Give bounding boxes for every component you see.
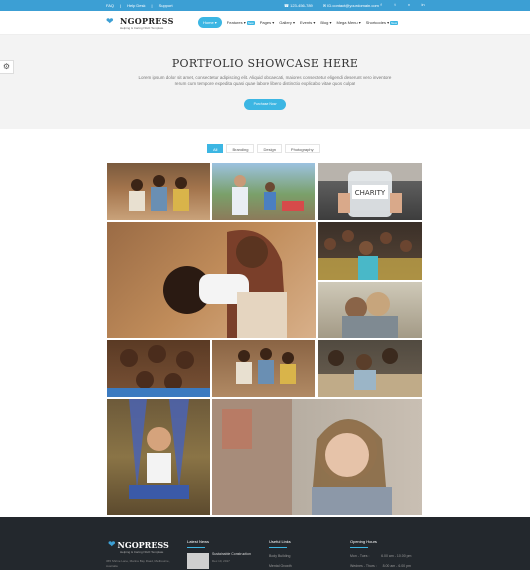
heart-hands-icon: ❤ <box>106 16 114 26</box>
nav-gallery[interactable]: Gallery ▾ <box>279 20 295 25</box>
vimeo-icon[interactable]: v <box>406 2 412 8</box>
logo-tagline: Helping & Caring NGO Template <box>120 26 164 30</box>
twitter-icon[interactable]: t <box>392 2 398 8</box>
nav-blog-label: Blog <box>320 20 329 25</box>
nav-events-label: Events <box>300 20 313 25</box>
header: ❤ NGOPRESS Helping & Caring NGO Template… <box>0 11 530 35</box>
nav-events[interactable]: Events ▾ <box>300 20 315 25</box>
photo-charity-jar[interactable]: CHARITY <box>318 163 422 220</box>
facebook-icon[interactable]: f <box>378 2 384 8</box>
footer: ❤ NGOPRESS Helping & Caring NGO Template… <box>0 517 530 570</box>
hours-row: Mon - Tues : 6.00 am - 10.00 pm <box>350 554 411 558</box>
filter-photography[interactable]: Photography <box>284 144 320 153</box>
logo-name: NGOPRESS <box>120 16 174 26</box>
hero-content: PORTFOLIO SHOWCASE HERE Lorem ipsum dolo… <box>0 35 530 129</box>
main-nav: Home ▾ Features ▾ New Pages ▾ Gallery ▾ E… <box>198 17 399 28</box>
photo-hug[interactable] <box>318 282 422 338</box>
email-text[interactable]: ✉ ID.contact@yourdomain.com <box>323 3 379 8</box>
purchase-now-button[interactable]: Purchase Now <box>244 99 286 110</box>
link-mental-growth[interactable]: Mental Growth <box>269 564 292 568</box>
nav-pages-label: Pages <box>259 20 272 25</box>
nav-shortcodes-label: Shortcodes <box>365 20 386 25</box>
latest-news-column: Latest News <box>187 539 209 548</box>
link-body-building[interactable]: Body Building <box>269 554 292 558</box>
hours-day: Mon - Tues : <box>350 554 370 558</box>
photo-children-group[interactable] <box>107 163 210 220</box>
photo-sad-girl[interactable] <box>212 399 422 515</box>
footer-address: 365 Shrine Lane, Marina Bay Road, Melbou… <box>106 559 170 568</box>
nav-mega-menu[interactable]: Mega Menu ▾ <box>337 20 361 25</box>
nav-blog[interactable]: Blog ▾ <box>320 20 331 25</box>
social-links: f t v in <box>378 2 426 8</box>
svg-text:CHARITY: CHARITY <box>355 189 386 197</box>
phone-number: 123-456-789 <box>290 3 313 8</box>
hours-time: 6.00 am - 10.00 pm <box>381 554 412 558</box>
support-link[interactable]: Support <box>159 3 173 8</box>
photo-classroom-kids[interactable] <box>318 222 422 280</box>
opening-hours-title: Opening Hours <box>350 539 377 544</box>
heading-underline <box>187 547 205 548</box>
news-item[interactable]: Sustainable Construction Dec 10, 2017 <box>212 552 251 563</box>
new-badge: New <box>390 21 399 25</box>
useful-links-column: Useful Links Body Building Mental Growth <box>269 539 292 568</box>
nav-home-label: Home <box>203 20 214 25</box>
heading-underline <box>269 547 287 548</box>
footer-logo-tagline: Helping & Caring NGO Template <box>120 550 164 554</box>
nav-home[interactable]: Home ▾ <box>198 17 222 28</box>
heart-hands-icon: ❤ <box>108 539 116 549</box>
top-links: FAQ | Help Desk | Support <box>106 3 173 8</box>
latest-news-title: Latest News <box>187 539 210 544</box>
news-item-date: Dec 10, 2017 <box>212 559 230 563</box>
site-logo[interactable]: ❤ NGOPRESS Helping & Caring NGO Template <box>106 16 174 30</box>
photo-boys-portrait[interactable] <box>318 340 422 397</box>
footer-logo-name: NGOPRESS <box>117 539 169 550</box>
filter-design[interactable]: Design <box>257 144 282 153</box>
photo-volunteers-outdoor[interactable] <box>212 163 315 220</box>
heading-underline <box>350 547 368 548</box>
top-contact: ☎ 123-456-789 ✉ ID.contact@yourdomain.co… <box>284 3 379 8</box>
useful-links-title: Useful Links <box>269 539 291 544</box>
photo-child-carried[interactable] <box>107 222 316 338</box>
hours-day: Wednes - Thurs : <box>350 564 377 568</box>
news-thumbnail[interactable] <box>187 553 209 569</box>
filter-all[interactable]: All <box>207 144 224 153</box>
top-bar: FAQ | Help Desk | Support ☎ 123-456-789 … <box>0 0 530 11</box>
nav-shortcodes[interactable]: Shortcodes ▾ New <box>365 20 399 25</box>
footer-logo[interactable]: ❤ NGOPRESS <box>108 539 169 550</box>
photo-smiling-kids[interactable] <box>107 340 210 397</box>
portfolio-filters: All Branding Design Photography <box>207 144 320 153</box>
hours-time: 8.00 am - 6.00 pm <box>382 564 411 568</box>
help-desk-link[interactable]: Help Desk <box>127 3 145 8</box>
page-title: PORTFOLIO SHOWCASE HERE <box>171 57 359 70</box>
photo-girl-swing[interactable] <box>107 399 210 515</box>
nav-features-label: Features <box>226 20 243 25</box>
email-address: ID.contact@yourdomain.com <box>327 3 379 8</box>
nav-gallery-label: Gallery <box>279 20 292 25</box>
hero-text: Lorem ipsum dolor sit amet, consectetur … <box>138 75 392 86</box>
hours-row: Wednes - Thurs : 8.00 am - 6.00 pm <box>350 564 411 568</box>
linkedin-icon[interactable]: in <box>420 2 426 8</box>
opening-hours-column: Opening Hours Mon - Tues : 6.00 am - 10.… <box>350 539 411 568</box>
filter-branding[interactable]: Branding <box>226 144 255 153</box>
phone-text: ☎ 123-456-789 <box>284 3 313 8</box>
faq-link[interactable]: FAQ <box>106 3 114 8</box>
nav-pages[interactable]: Pages ▾ <box>260 20 274 25</box>
nav-mega-menu-label: Mega Menu <box>336 20 358 25</box>
new-badge: New <box>246 21 255 25</box>
nav-features[interactable]: Features ▾ New <box>227 20 255 25</box>
photo-children-sitting[interactable] <box>212 340 315 397</box>
news-item-title: Sustainable Construction <box>212 552 251 556</box>
